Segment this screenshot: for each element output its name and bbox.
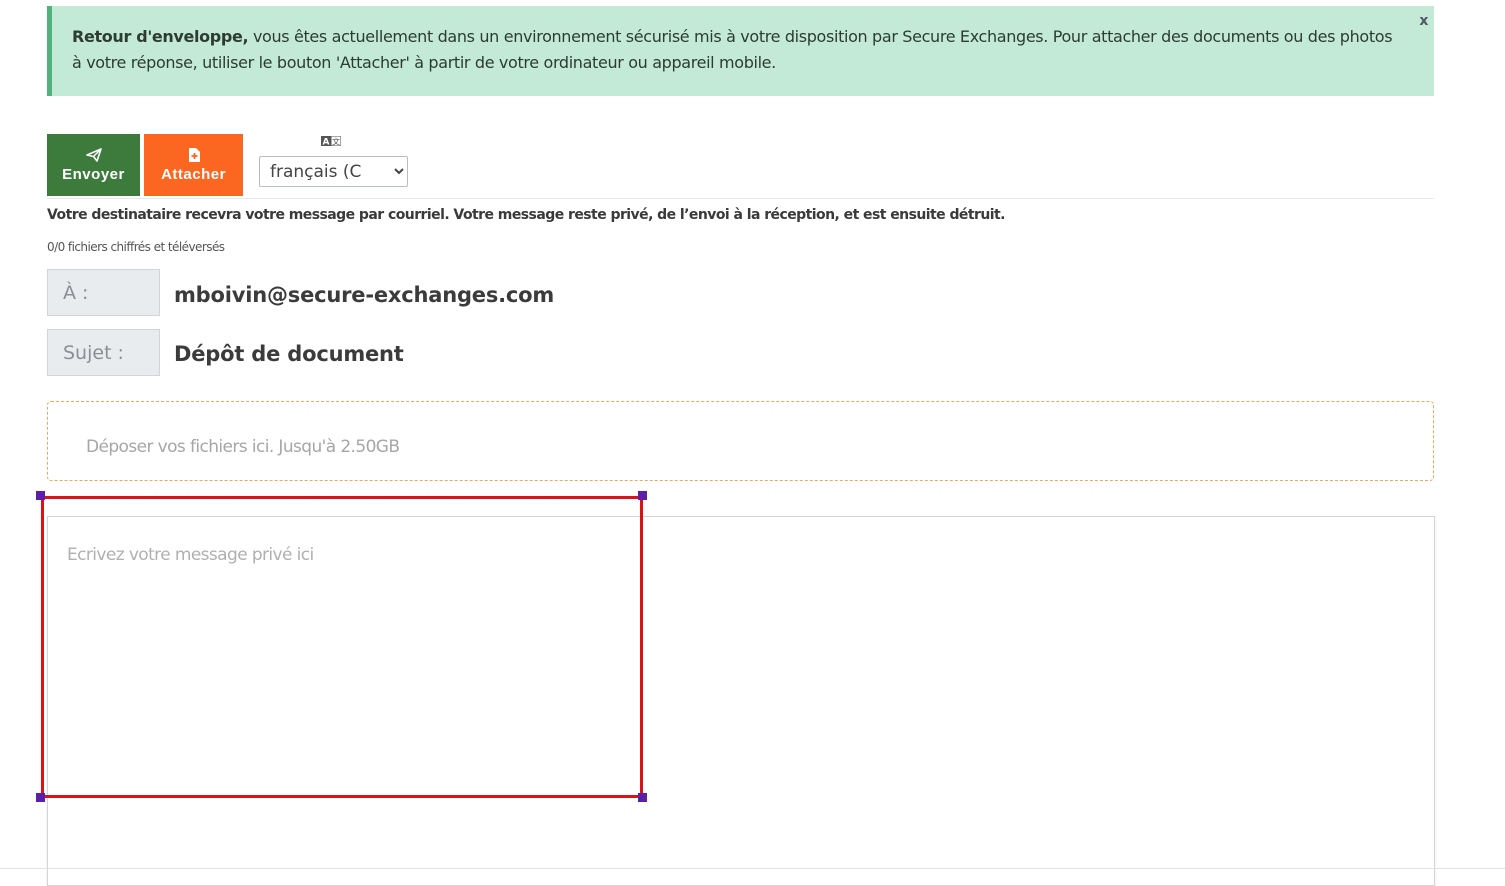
message-editor[interactable]: Ecrivez votre message privé ici bbox=[47, 516, 1435, 886]
files-counter: 0/0 fichiers chiffrés et téléversés bbox=[47, 240, 225, 254]
resize-handle-top-left[interactable] bbox=[36, 491, 45, 500]
alert-text: vous êtes actuellement dans un environne… bbox=[72, 27, 1393, 72]
divider bbox=[0, 868, 1505, 869]
alert-title: Retour d'enveloppe, bbox=[72, 27, 249, 46]
dropzone-text: Déposer vos fichiers ici. Jusqu'à 2.50GB bbox=[86, 437, 400, 457]
language-select[interactable]: français (C bbox=[259, 156, 408, 187]
svg-text:A: A bbox=[323, 138, 330, 147]
message-placeholder: Ecrivez votre message privé ici bbox=[67, 545, 314, 565]
resize-handle-top-right[interactable] bbox=[638, 491, 647, 500]
close-icon[interactable]: x bbox=[1419, 8, 1428, 34]
info-alert: Retour d'enveloppe, vous êtes actuelleme… bbox=[47, 6, 1434, 96]
send-button[interactable]: Envoyer bbox=[47, 134, 140, 196]
privacy-notice: Votre destinataire recevra votre message… bbox=[47, 207, 1006, 223]
attach-button[interactable]: Attacher bbox=[144, 134, 243, 196]
to-label: À : bbox=[47, 269, 160, 316]
subject-value: Dépôt de document bbox=[174, 342, 404, 366]
file-plus-icon bbox=[188, 147, 200, 162]
svg-text:文: 文 bbox=[332, 137, 340, 147]
divider bbox=[47, 198, 1434, 199]
resize-handle-bottom-left[interactable] bbox=[36, 793, 45, 802]
translate-icon: A 文 bbox=[321, 136, 341, 146]
paper-plane-icon bbox=[85, 147, 102, 162]
resize-handle-bottom-right[interactable] bbox=[638, 793, 647, 802]
subject-label: Sujet : bbox=[47, 329, 160, 376]
file-dropzone[interactable]: Déposer vos fichiers ici. Jusqu'à 2.50GB bbox=[47, 401, 1434, 481]
to-value: mboivin@secure-exchanges.com bbox=[174, 283, 555, 307]
attach-button-label: Attacher bbox=[161, 165, 226, 183]
send-button-label: Envoyer bbox=[62, 165, 125, 183]
